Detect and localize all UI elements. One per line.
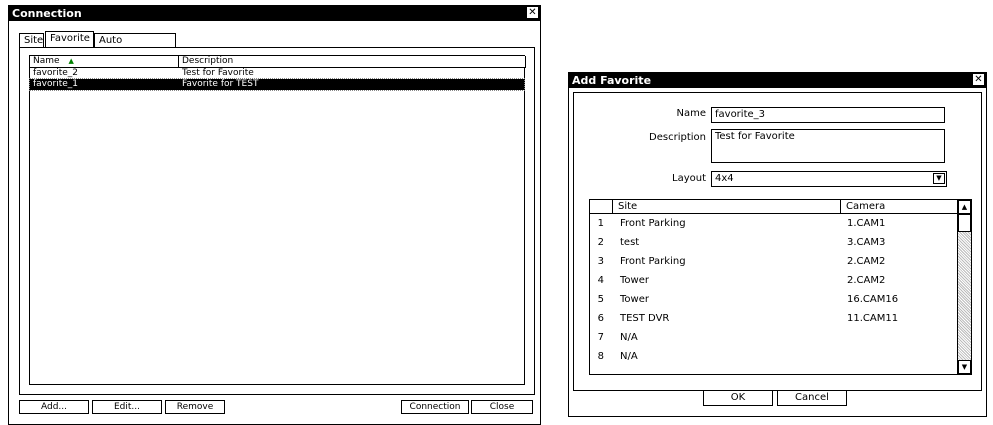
grid-row[interactable]: 4 Tower 2.CAM2 — [590, 271, 958, 290]
add-button[interactable]: Add... — [19, 400, 89, 414]
sort-ascending-icon: ▲ — [68, 57, 74, 65]
grid-row[interactable]: 8 N/A — [590, 347, 958, 366]
description-label: Description — [649, 132, 706, 143]
grid-row-camera: 3.CAM3 — [847, 237, 886, 248]
ok-button[interactable]: OK — [703, 390, 773, 406]
grid-row-site: test — [620, 237, 640, 248]
connection-button[interactable]: Connection — [401, 400, 469, 414]
grid-row-number: 1 — [597, 218, 604, 229]
grid-row[interactable]: 6 TEST DVR 11.CAM11 — [590, 309, 958, 328]
grid-row[interactable]: 1 Front Parking 1.CAM1 — [590, 214, 958, 233]
grid-header-divider — [840, 200, 841, 213]
grid-header: Site Camera — [590, 200, 958, 214]
add-favorite-close-icon[interactable]: ✕ — [973, 74, 984, 85]
grid-row[interactable]: 5 Tower 16.CAM16 — [590, 290, 958, 309]
column-header-name-label: Name — [33, 56, 60, 66]
tab-site[interactable]: Site — [19, 33, 44, 47]
grid-header-camera[interactable]: Camera — [846, 201, 885, 212]
connection-title: Connection — [12, 7, 82, 20]
layout-select-value: 4x4 — [715, 173, 734, 184]
scroll-up-icon[interactable]: ▲ — [958, 200, 971, 214]
grid-scrollbar[interactable]: ▲ ▼ — [957, 200, 971, 374]
favorite-description: Test for Favorite — [182, 68, 254, 78]
grid-row-site: Tower — [620, 275, 649, 286]
description-field[interactable]: Test for Favorite — [711, 129, 945, 163]
add-favorite-title: Add Favorite — [572, 74, 652, 87]
grid-header-divider — [612, 200, 613, 213]
favorite-name: favorite_1 — [33, 79, 79, 89]
grid-row-camera: 16.CAM16 — [847, 294, 899, 305]
grid-row-number: 8 — [597, 351, 604, 362]
scroll-thumb[interactable] — [958, 214, 971, 232]
scroll-down-icon[interactable]: ▼ — [958, 360, 971, 374]
layout-label: Layout — [672, 173, 706, 184]
cancel-button[interactable]: Cancel — [777, 390, 847, 406]
grid-row-camera: 2.CAM2 — [847, 256, 886, 267]
grid-header-site[interactable]: Site — [618, 201, 637, 212]
grid-row-number: 5 — [597, 294, 604, 305]
grid-row-site: Front Parking — [620, 218, 686, 229]
favorite-list[interactable]: Name ▲ Description favorite_2 Test for F… — [29, 55, 526, 385]
grid-row-number: 2 — [597, 237, 604, 248]
grid-row-site: Tower — [620, 294, 649, 305]
grid-row-camera: 1.CAM1 — [847, 218, 886, 229]
favorite-row-selected[interactable]: favorite_1 Favorite for TEST — [29, 78, 525, 91]
grid-row-camera: 11.CAM11 — [847, 313, 899, 324]
connection-titlebar[interactable]: Connection ✕ — [9, 6, 540, 21]
grid-row-number: 6 — [597, 313, 604, 324]
add-favorite-body: Name favorite_3 Description Test for Fav… — [573, 92, 982, 391]
connection-window: Connection ✕ Site Favorite Auto Detectio… — [8, 5, 541, 425]
grid-row[interactable]: 2 test 3.CAM3 — [590, 233, 958, 252]
chevron-down-icon[interactable]: ▼ — [933, 173, 945, 184]
layout-select[interactable]: 4x4 ▼ — [711, 171, 947, 187]
tab-favorite[interactable]: Favorite — [45, 31, 94, 47]
add-favorite-titlebar[interactable]: Add Favorite ✕ — [569, 73, 986, 88]
favorite-tab-panel: Name ▲ Description favorite_2 Test for F… — [19, 47, 535, 395]
name-label: Name — [676, 108, 706, 119]
favorite-description: Favorite for TEST — [182, 79, 259, 89]
favorite-row[interactable]: favorite_2 Test for Favorite — [30, 68, 524, 79]
edit-button[interactable]: Edit... — [92, 400, 162, 414]
camera-grid[interactable]: Site Camera 1 Front Parking 1.CAM1 2 test 3.C… — [589, 199, 972, 375]
name-field[interactable]: favorite_3 — [711, 107, 945, 123]
column-header-description[interactable]: Description — [179, 56, 526, 68]
remove-button[interactable]: Remove — [165, 400, 225, 414]
grid-row-number: 7 — [597, 332, 604, 343]
grid-row-number: 3 — [597, 256, 604, 267]
grid-row[interactable]: 7 N/A — [590, 328, 958, 347]
grid-row-site: Front Parking — [620, 256, 686, 267]
grid-row-site: N/A — [620, 332, 638, 343]
column-header-name[interactable]: Name ▲ — [30, 56, 179, 68]
close-button[interactable]: Close — [471, 400, 533, 414]
tab-strip: Site Favorite Auto Detection — [19, 31, 539, 59]
tab-auto-detection[interactable]: Auto Detection — [94, 33, 176, 59]
favorite-name: favorite_2 — [33, 68, 79, 78]
grid-row-site: TEST DVR — [620, 313, 670, 324]
grid-row[interactable]: 3 Front Parking 2.CAM2 — [590, 252, 958, 271]
grid-row-number: 4 — [597, 275, 604, 286]
grid-row-camera: 2.CAM2 — [847, 275, 886, 286]
add-favorite-dialog: Add Favorite ✕ Name favorite_3 Descripti… — [568, 72, 987, 417]
grid-row-site: N/A — [620, 351, 638, 362]
connection-close-icon[interactable]: ✕ — [527, 7, 538, 18]
